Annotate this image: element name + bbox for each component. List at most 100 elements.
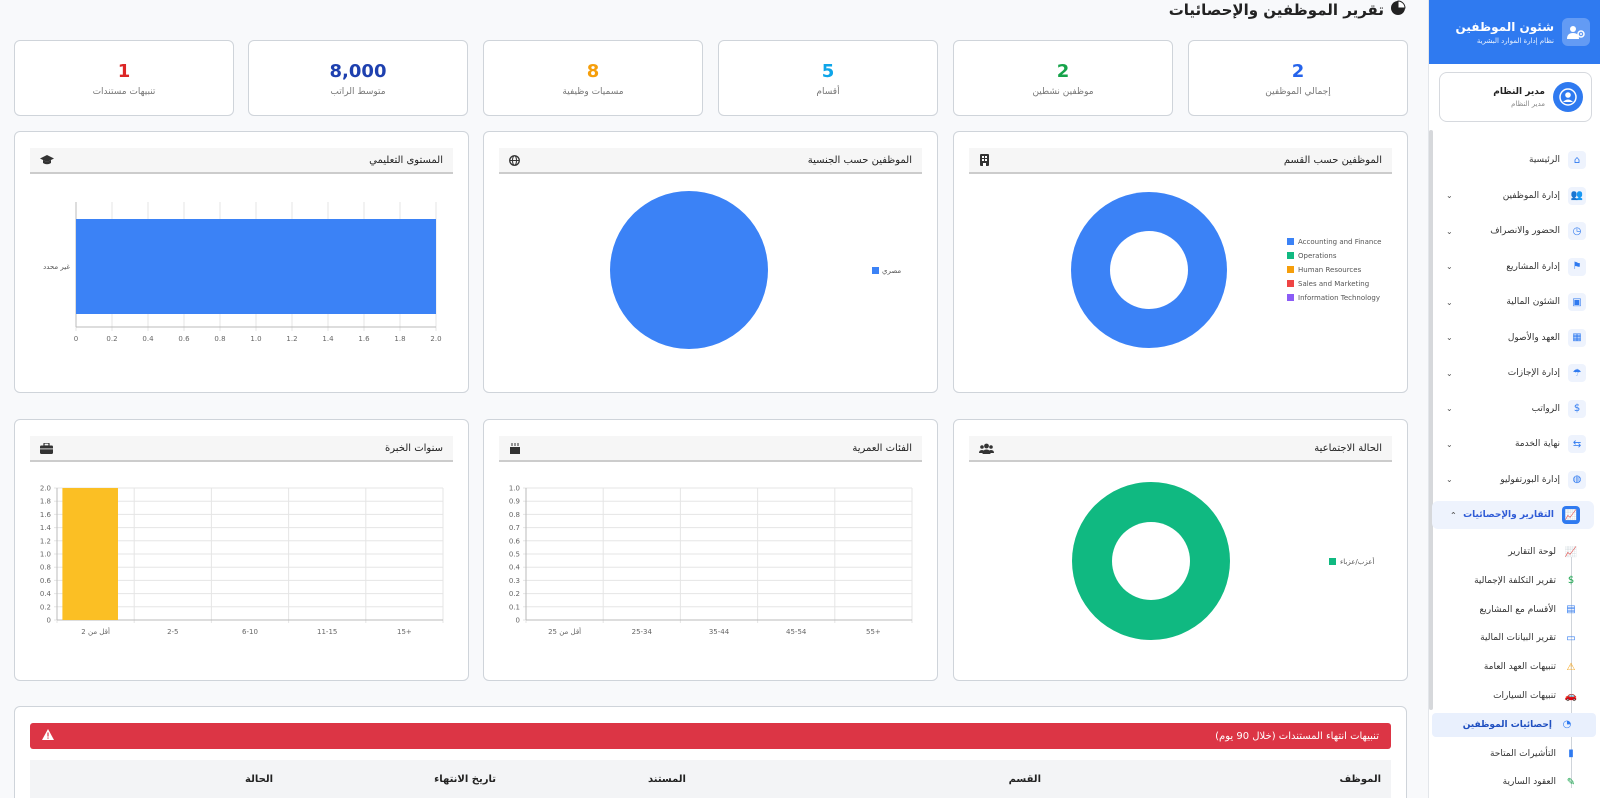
y-tick-label: 0.1: [509, 603, 520, 611]
page-title: تقرير الموظفين والإحصائيات: [1169, 0, 1406, 20]
y-tick-label: 0.5: [509, 551, 520, 559]
bar: [62, 488, 118, 620]
submenu-item-6[interactable]: 🚗 تنبيهات السيارات: [1428, 684, 1600, 708]
x-tick-label: 1.0: [250, 335, 261, 343]
vacation-icon: ☂: [1568, 364, 1586, 382]
submenu-item-3[interactable]: ▤ الأقسام مع المشاريع: [1428, 598, 1600, 622]
sidebar-item-9[interactable]: ⇆ نهاية الخدمة ⌄: [1428, 430, 1600, 458]
y-tick-label: 0.8: [509, 511, 520, 519]
y-tick-label: 1.8: [40, 498, 51, 506]
car-icon: 🚗: [1564, 690, 1578, 702]
x-tick-label: 0.4: [142, 335, 154, 343]
globe-icon: ◍: [1568, 470, 1586, 489]
sidebar-item-6[interactable]: ▦ العهد والأصول ⌄: [1428, 324, 1600, 352]
sidebar-item-5[interactable]: ▣ الشئون المالية ⌄: [1428, 288, 1600, 316]
y-tick-label: غير محدد: [43, 263, 70, 271]
y-tick-label: 0.6: [509, 537, 521, 545]
x-tick-label: 0: [74, 335, 78, 343]
stat-value: 5: [821, 61, 835, 82]
x-tick-label: 15+: [397, 628, 412, 636]
user-role: مدير النظام: [1511, 99, 1545, 108]
x-tick-label: أقل من 2: [81, 627, 110, 636]
legend-label: Human Resources: [1298, 266, 1362, 274]
y-tick-label: 1.4: [40, 524, 52, 532]
user-profile[interactable]: مدير النظام مدير النظام: [1439, 72, 1592, 122]
sidebar-item-label: نهاية الخدمة: [1514, 439, 1560, 449]
sidebar-item-1[interactable]: ⌂ الرئيسية: [1428, 146, 1600, 174]
column-status: الحالة: [245, 774, 273, 785]
submenu-item-9[interactable]: ✎ العقود السارية: [1428, 770, 1600, 794]
x-tick-label: 1.6: [358, 335, 370, 343]
submenu-item-label: لوحة التقارير: [1508, 547, 1556, 557]
submenu-item-label: تقرير البيانات المالية: [1480, 633, 1556, 644]
card-age-groups: الفئات العمرية 0 0.1 0.2 0.3 0.4 0.5 0.6 0.7 0.8…: [483, 419, 938, 681]
bar: [76, 219, 436, 314]
chevron-down-icon[interactable]: ⌄: [1446, 191, 1453, 200]
x-tick-label: 1.4: [322, 335, 334, 343]
users-cog-icon: [1562, 18, 1590, 46]
id-card-icon: ▭: [1566, 632, 1576, 644]
chart-line-icon: 📈: [1564, 546, 1578, 558]
stat-label: موظفين نشطين: [1032, 87, 1094, 97]
submenu-item-label: إحصائيات الموظفين: [1462, 719, 1552, 730]
y-tick-label: 0.9: [509, 498, 520, 506]
submenu-item-2[interactable]: $ تقرير التكلفة الإجمالية: [1428, 569, 1600, 593]
chevron-down-icon[interactable]: ⌄: [1446, 298, 1453, 307]
chevron-down-icon[interactable]: ⌄: [1446, 262, 1453, 271]
chevron-down-icon[interactable]: ⌄: [1446, 369, 1453, 378]
submenu-item-4[interactable]: ▭ تقرير البيانات المالية: [1428, 626, 1600, 650]
sidebar-item-11[interactable]: 📈 التقارير والإحصائيات ⌃: [1432, 501, 1594, 529]
x-tick-label: 0.2: [106, 335, 117, 343]
legend-label: أعزب/عزباء: [1340, 557, 1374, 566]
legend-label: مصري: [882, 267, 901, 275]
sidebar-item-label: الرواتب: [1531, 403, 1560, 414]
submenu-item-1[interactable]: 📈 لوحة التقارير: [1428, 540, 1600, 564]
document-expiry-alerts-card: تنبيهات انتهاء المستندات (خلال 90 يوم) ا…: [14, 706, 1407, 798]
stat-label: متوسط الراتب: [330, 87, 386, 97]
user-avatar-icon: [1553, 82, 1583, 112]
legend-label: Operations: [1298, 252, 1337, 260]
stat-card-document-alerts: 1 تنبيهات مستندات: [14, 40, 234, 116]
sidebar-header: شئون الموظفين نظام إدارة الموارد البشرية: [1429, 0, 1600, 64]
legend-swatch: [1287, 238, 1294, 245]
chart-employees-by-nationality: مصريمصري: [610, 191, 901, 349]
chevron-down-icon[interactable]: ⌄: [1446, 227, 1453, 236]
sidebar-item-label: الرئيسية: [1529, 155, 1560, 165]
sidebar-item-2[interactable]: 👥 إدارة الموظفين ⌄: [1428, 182, 1600, 210]
sidebar-item-8[interactable]: $ الرواتب ⌄: [1428, 395, 1600, 423]
submenu-item-7[interactable]: ◔ إحصائيات الموظفين: [1432, 712, 1596, 737]
submenu-item-5[interactable]: ⚠ تنبيهات العهد العامة: [1428, 655, 1600, 679]
legend-label: Information Technology: [1298, 294, 1380, 302]
user-name: مدير النظام: [1493, 86, 1545, 97]
pie-chart-icon: ◔: [1562, 719, 1572, 731]
handshake-icon: ⇆: [1568, 435, 1586, 453]
users-icon: 👥: [1568, 186, 1586, 205]
submenu-item-label: تنبيهات العهد العامة: [1483, 662, 1556, 673]
x-tick-label: 1.8: [394, 335, 405, 343]
chevron-down-icon[interactable]: ⌄: [1446, 404, 1453, 413]
y-tick-label: 0.8: [40, 564, 51, 572]
chart-years-of-experience: 0 0.2 0.4 0.6 0.8 1.0 1.2 1.4 1.6 1.8 2.0 أقل من 2 2…: [40, 485, 444, 636]
chevron-up-icon[interactable]: ⌃: [1450, 511, 1457, 520]
chevron-down-icon[interactable]: ⌄: [1446, 440, 1453, 449]
chevron-down-icon[interactable]: ⌄: [1446, 333, 1453, 342]
x-tick-label: 55+: [866, 628, 881, 636]
payroll-icon: $: [1568, 399, 1586, 418]
chevron-down-icon[interactable]: ⌄: [1446, 475, 1453, 484]
sidebar-app-title: شئون الموظفين: [1455, 19, 1554, 34]
chart-line-icon: 📈: [1562, 506, 1580, 524]
submenu-item-8[interactable]: ▮ التأشيرات المتاحة: [1428, 742, 1600, 766]
sidebar-item-3[interactable]: ◷ الحضور والانصراف ⌄: [1428, 217, 1600, 245]
y-tick-label: 0.4: [40, 590, 52, 598]
sidebar-item-label: إدارة الموظفين: [1502, 190, 1560, 201]
legend-label: Sales and Marketing: [1298, 280, 1369, 288]
sidebar-item-label: إدارة البورتفوليو: [1500, 474, 1560, 485]
stat-label: أقسام: [816, 87, 840, 97]
sidebar-item-10[interactable]: ◍ إدارة البورتفوليو ⌄: [1428, 466, 1600, 494]
sidebar-item-4[interactable]: ⚑ إدارة المشاريع ⌄: [1428, 253, 1600, 281]
stat-value: 2: [1291, 61, 1305, 82]
y-tick-label: 1.0: [40, 551, 51, 559]
sidebar-item-label: الحضور والانصراف: [1490, 226, 1560, 236]
file-dollar-icon: $: [1567, 575, 1575, 587]
sidebar-item-7[interactable]: ☂ إدارة الإجازات ⌄: [1428, 359, 1600, 387]
